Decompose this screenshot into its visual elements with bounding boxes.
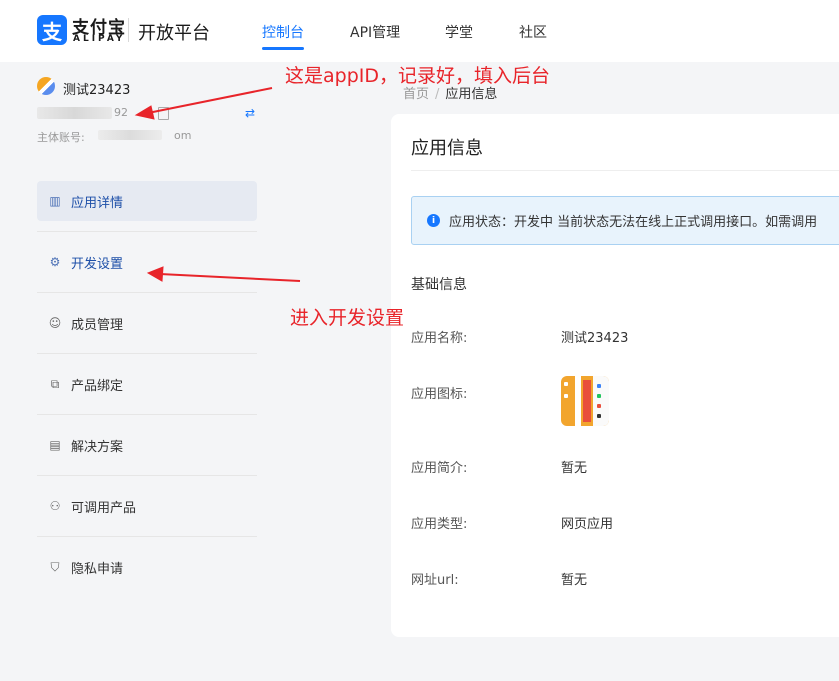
title-divider (411, 170, 839, 171)
sidebar-item-members[interactable]: ☺ 成员管理 (37, 303, 257, 343)
sidebar-item-label: 隐私申请 (71, 561, 124, 577)
field-value-app-summary: 暂无 (561, 461, 588, 476)
info-icon: i (427, 214, 440, 227)
logo-divider (128, 18, 129, 42)
sidebar-divider (37, 292, 257, 293)
breadcrumb-current: 应用信息 (445, 87, 498, 102)
platform-name[interactable]: 开放平台 (138, 19, 210, 45)
logo-text-en: ALIPAY (73, 34, 126, 44)
dev-settings-icon: ⚙ (49, 255, 61, 269)
alert-text: 应用状态：开发中 当前状态无法在线上正式调用接口。如需调用 (449, 215, 818, 230)
owner-account-redacted (98, 130, 162, 140)
sidebar-divider (37, 536, 257, 537)
sidebar-divider (37, 414, 257, 415)
page-title: 应用信息 (411, 138, 483, 159)
sidebar-item-label: 解决方案 (71, 439, 124, 455)
sidebar-divider (37, 353, 257, 354)
sidebar-divider (37, 475, 257, 476)
app-name: 测试23423 (63, 83, 131, 98)
owner-account-label: 主体账号: (37, 131, 85, 144)
field-label-app-summary: 应用简介: (411, 461, 468, 476)
sidebar-item-label: 开发设置 (71, 256, 124, 272)
field-label-app-name: 应用名称: (411, 331, 468, 346)
field-label-app-type: 应用类型: (411, 517, 468, 532)
sidebar-divider (37, 231, 257, 232)
sidebar-item-label: 可调用产品 (71, 500, 137, 516)
app-info-card: 应用信息 i 应用状态：开发中 当前状态无法在线上正式调用接口。如需调用 基础信… (391, 114, 839, 637)
app-detail-icon: ▥ (49, 194, 61, 208)
breadcrumb-home[interactable]: 首页 (403, 87, 429, 102)
privacy-icon: ⛉ (50, 560, 60, 574)
app-status-alert: i 应用状态：开发中 当前状态无法在线上正式调用接口。如需调用 (411, 196, 839, 245)
nav-api-management[interactable]: API管理 (350, 22, 400, 42)
field-value-app-name: 测试23423 (561, 331, 629, 346)
field-value-app-type: 网页应用 (561, 517, 614, 532)
sidebar-item-label: 产品绑定 (71, 378, 124, 394)
switch-app-icon[interactable]: ⇄ (245, 106, 255, 120)
copy-icon[interactable] (158, 107, 169, 120)
app-id-redacted (37, 107, 112, 119)
field-label-app-icon: 应用图标: (411, 387, 468, 402)
members-icon: ☺ (48, 316, 62, 330)
nav-academy[interactable]: 学堂 (445, 22, 473, 42)
section-title-basic-info: 基础信息 (411, 277, 467, 293)
top-header: 支 支付宝 ALIPAY 开放平台 控制台 API管理 学堂 社区 (0, 0, 839, 62)
nav-community[interactable]: 社区 (519, 22, 547, 42)
field-value-url: 暂无 (561, 573, 588, 588)
sidebar-item-label: 成员管理 (71, 317, 124, 333)
app-avatar (37, 77, 55, 95)
sidebar-item-callable-products[interactable]: ⚇ 可调用产品 (37, 486, 257, 526)
sidebar-item-privacy[interactable]: ⛉ 隐私申请 (37, 547, 257, 587)
sidebar-item-solutions[interactable]: ▤ 解决方案 (37, 425, 257, 465)
sidebar-item-label: 应用详情 (71, 195, 124, 211)
field-label-url: 网址url: (411, 573, 459, 588)
product-bind-icon: ⧉ (50, 377, 60, 391)
nav-active-indicator (262, 47, 304, 50)
sidebar-item-dev-settings[interactable]: ⚙ 开发设置 (37, 242, 257, 282)
app-icon-image (561, 376, 609, 426)
breadcrumb-separator: / (435, 87, 440, 102)
nav-console[interactable]: 控制台 (262, 22, 304, 42)
sidebar-item-app-detail[interactable]: ▥ 应用详情 (37, 181, 257, 221)
annotation-appid: 这是appID，记录好，填入后台 (285, 65, 550, 87)
alipay-logo-icon[interactable]: 支 (37, 15, 67, 45)
callable-product-icon: ⚇ (49, 499, 61, 513)
app-id-suffix: 92 (114, 106, 128, 119)
annotation-dev-settings: 进入开发设置 (290, 307, 405, 329)
owner-account-suffix: om (174, 129, 192, 142)
solution-icon: ▤ (49, 438, 61, 452)
sidebar-item-product-bind[interactable]: ⧉ 产品绑定 (37, 364, 257, 404)
